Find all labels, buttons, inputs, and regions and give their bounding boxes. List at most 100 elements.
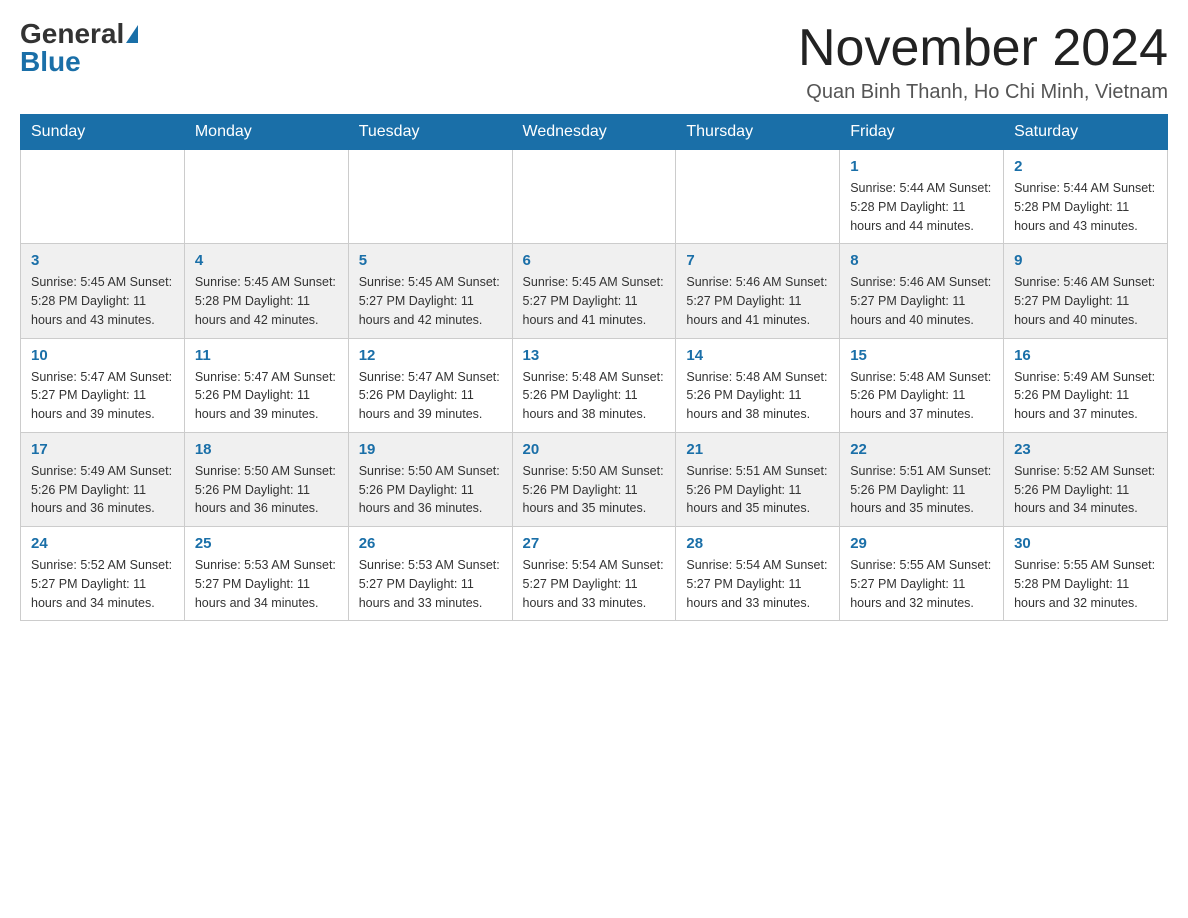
calendar-cell: 20 Sunrise: 5:50 AM Sunset: 5:26 PM Dayli… (512, 432, 676, 526)
calendar-cell (348, 150, 512, 244)
day-number: 24 (31, 535, 174, 552)
day-info: Sunrise: 5:55 AM Sunset: 5:28 PM Dayligh… (1014, 556, 1157, 612)
col-sunday: Sunday (21, 115, 185, 150)
calendar-cell (184, 150, 348, 244)
calendar-cell: 27Sunrise: 5:54 AM Sunset: 5:27 PM Dayli… (512, 527, 676, 621)
day-info: Sunrise: 5:44 AM Sunset: 5:28 PM Dayligh… (1014, 179, 1157, 235)
day-info: Sunrise: 5:47 AM Sunset: 5:26 PM Dayligh… (359, 368, 502, 424)
calendar-cell: 25 Sunrise: 5:53 AM Sunset: 5:27 PM Dayli… (184, 527, 348, 621)
day-info: Sunrise: 5:48 AM Sunset: 5:26 PM Dayligh… (523, 368, 666, 424)
day-info: Sunrise: 5:46 AM Sunset: 5:27 PM Dayligh… (1014, 273, 1157, 329)
day-info: Sunrise: 5:48 AM Sunset: 5:26 PM Dayligh… (850, 368, 993, 424)
day-number: 23 (1014, 441, 1157, 458)
day-number: 1 (850, 158, 993, 175)
day-number: 16 (1014, 347, 1157, 364)
col-thursday: Thursday (676, 115, 840, 150)
day-number: 22 (850, 441, 993, 458)
day-number: 14 (686, 347, 829, 364)
day-number: 15 (850, 347, 993, 364)
day-number: 19 (359, 441, 502, 458)
day-info: Sunrise: 5:50 AM Sunset: 5:26 PM Dayligh… (523, 462, 666, 518)
col-tuesday: Tuesday (348, 115, 512, 150)
day-info: Sunrise: 5:51 AM Sunset: 5:26 PM Dayligh… (850, 462, 993, 518)
day-number: 25 (195, 535, 338, 552)
logo-blue-text: Blue (20, 48, 81, 76)
calendar-cell: 28 Sunrise: 5:54 AM Sunset: 5:27 PM Dayli… (676, 527, 840, 621)
day-number: 7 (686, 252, 829, 269)
col-friday: Friday (840, 115, 1004, 150)
col-saturday: Saturday (1004, 115, 1168, 150)
calendar-cell: 4Sunrise: 5:45 AM Sunset: 5:28 PM Daylig… (184, 244, 348, 338)
calendar-cell: 24Sunrise: 5:52 AM Sunset: 5:27 PM Dayli… (21, 527, 185, 621)
day-info: Sunrise: 5:47 AM Sunset: 5:27 PM Dayligh… (31, 368, 174, 424)
page-header: General Blue November 2024 Quan Binh Tha… (20, 20, 1168, 104)
week-row-1: 1 Sunrise: 5:44 AM Sunset: 5:28 PM Daylig… (21, 150, 1168, 244)
day-info: Sunrise: 5:50 AM Sunset: 5:26 PM Dayligh… (359, 462, 502, 518)
calendar-cell: 2 Sunrise: 5:44 AM Sunset: 5:28 PM Daylig… (1004, 150, 1168, 244)
day-number: 2 (1014, 158, 1157, 175)
col-monday: Monday (184, 115, 348, 150)
calendar-cell: 7 Sunrise: 5:46 AM Sunset: 5:27 PM Daylig… (676, 244, 840, 338)
location-text: Quan Binh Thanh, Ho Chi Minh, Vietnam (798, 81, 1168, 104)
day-number: 11 (195, 347, 338, 364)
day-info: Sunrise: 5:49 AM Sunset: 5:26 PM Dayligh… (31, 462, 174, 518)
day-info: Sunrise: 5:53 AM Sunset: 5:27 PM Dayligh… (359, 556, 502, 612)
calendar-cell: 5Sunrise: 5:45 AM Sunset: 5:27 PM Daylig… (348, 244, 512, 338)
calendar-cell: 21 Sunrise: 5:51 AM Sunset: 5:26 PM Dayli… (676, 432, 840, 526)
calendar-header-row: Sunday Monday Tuesday Wednesday Thursday… (21, 115, 1168, 150)
day-number: 9 (1014, 252, 1157, 269)
day-number: 27 (523, 535, 666, 552)
calendar-cell: 16Sunrise: 5:49 AM Sunset: 5:26 PM Dayli… (1004, 338, 1168, 432)
day-number: 28 (686, 535, 829, 552)
calendar-cell: 10 Sunrise: 5:47 AM Sunset: 5:27 PM Dayli… (21, 338, 185, 432)
day-info: Sunrise: 5:53 AM Sunset: 5:27 PM Dayligh… (195, 556, 338, 612)
day-number: 3 (31, 252, 174, 269)
calendar-cell: 22 Sunrise: 5:51 AM Sunset: 5:26 PM Dayli… (840, 432, 1004, 526)
day-number: 20 (523, 441, 666, 458)
calendar-cell: 26 Sunrise: 5:53 AM Sunset: 5:27 PM Dayli… (348, 527, 512, 621)
day-number: 30 (1014, 535, 1157, 552)
day-info: Sunrise: 5:47 AM Sunset: 5:26 PM Dayligh… (195, 368, 338, 424)
title-section: November 2024 Quan Binh Thanh, Ho Chi Mi… (798, 20, 1168, 104)
day-info: Sunrise: 5:46 AM Sunset: 5:27 PM Dayligh… (850, 273, 993, 329)
day-info: Sunrise: 5:48 AM Sunset: 5:26 PM Dayligh… (686, 368, 829, 424)
logo-general-text: General (20, 20, 124, 48)
week-row-4: 17Sunrise: 5:49 AM Sunset: 5:26 PM Dayli… (21, 432, 1168, 526)
calendar-cell: 8 Sunrise: 5:46 AM Sunset: 5:27 PM Daylig… (840, 244, 1004, 338)
day-info: Sunrise: 5:46 AM Sunset: 5:27 PM Dayligh… (686, 273, 829, 329)
week-row-5: 24Sunrise: 5:52 AM Sunset: 5:27 PM Dayli… (21, 527, 1168, 621)
logo: General Blue (20, 20, 138, 76)
day-number: 29 (850, 535, 993, 552)
calendar-cell: 15 Sunrise: 5:48 AM Sunset: 5:26 PM Dayli… (840, 338, 1004, 432)
day-info: Sunrise: 5:54 AM Sunset: 5:27 PM Dayligh… (686, 556, 829, 612)
day-number: 5 (359, 252, 502, 269)
day-info: Sunrise: 5:51 AM Sunset: 5:26 PM Dayligh… (686, 462, 829, 518)
calendar-cell: 13 Sunrise: 5:48 AM Sunset: 5:26 PM Dayli… (512, 338, 676, 432)
calendar-cell: 3Sunrise: 5:45 AM Sunset: 5:28 PM Daylig… (21, 244, 185, 338)
col-wednesday: Wednesday (512, 115, 676, 150)
calendar-cell (21, 150, 185, 244)
month-title: November 2024 (798, 20, 1168, 77)
calendar-cell: 12Sunrise: 5:47 AM Sunset: 5:26 PM Dayli… (348, 338, 512, 432)
logo-triangle-icon (126, 25, 138, 43)
calendar-cell: 11 Sunrise: 5:47 AM Sunset: 5:26 PM Dayli… (184, 338, 348, 432)
day-info: Sunrise: 5:50 AM Sunset: 5:26 PM Dayligh… (195, 462, 338, 518)
day-number: 21 (686, 441, 829, 458)
day-number: 13 (523, 347, 666, 364)
calendar-table: Sunday Monday Tuesday Wednesday Thursday… (20, 114, 1168, 621)
day-info: Sunrise: 5:45 AM Sunset: 5:28 PM Dayligh… (195, 273, 338, 329)
calendar-cell: 23 Sunrise: 5:52 AM Sunset: 5:26 PM Dayli… (1004, 432, 1168, 526)
day-info: Sunrise: 5:45 AM Sunset: 5:27 PM Dayligh… (523, 273, 666, 329)
calendar-cell: 14 Sunrise: 5:48 AM Sunset: 5:26 PM Dayli… (676, 338, 840, 432)
day-number: 8 (850, 252, 993, 269)
calendar-cell: 1Sunrise: 5:44 AM Sunset: 5:28 PM Daylig… (840, 150, 1004, 244)
day-number: 26 (359, 535, 502, 552)
day-info: Sunrise: 5:52 AM Sunset: 5:26 PM Dayligh… (1014, 462, 1157, 518)
calendar-cell: 29Sunrise: 5:55 AM Sunset: 5:27 PM Dayli… (840, 527, 1004, 621)
calendar-cell: 9 Sunrise: 5:46 AM Sunset: 5:27 PM Daylig… (1004, 244, 1168, 338)
calendar-cell: 17Sunrise: 5:49 AM Sunset: 5:26 PM Dayli… (21, 432, 185, 526)
calendar-cell: 30 Sunrise: 5:55 AM Sunset: 5:28 PM Dayli… (1004, 527, 1168, 621)
calendar-cell: 18Sunrise: 5:50 AM Sunset: 5:26 PM Dayli… (184, 432, 348, 526)
day-number: 10 (31, 347, 174, 364)
calendar-cell (512, 150, 676, 244)
